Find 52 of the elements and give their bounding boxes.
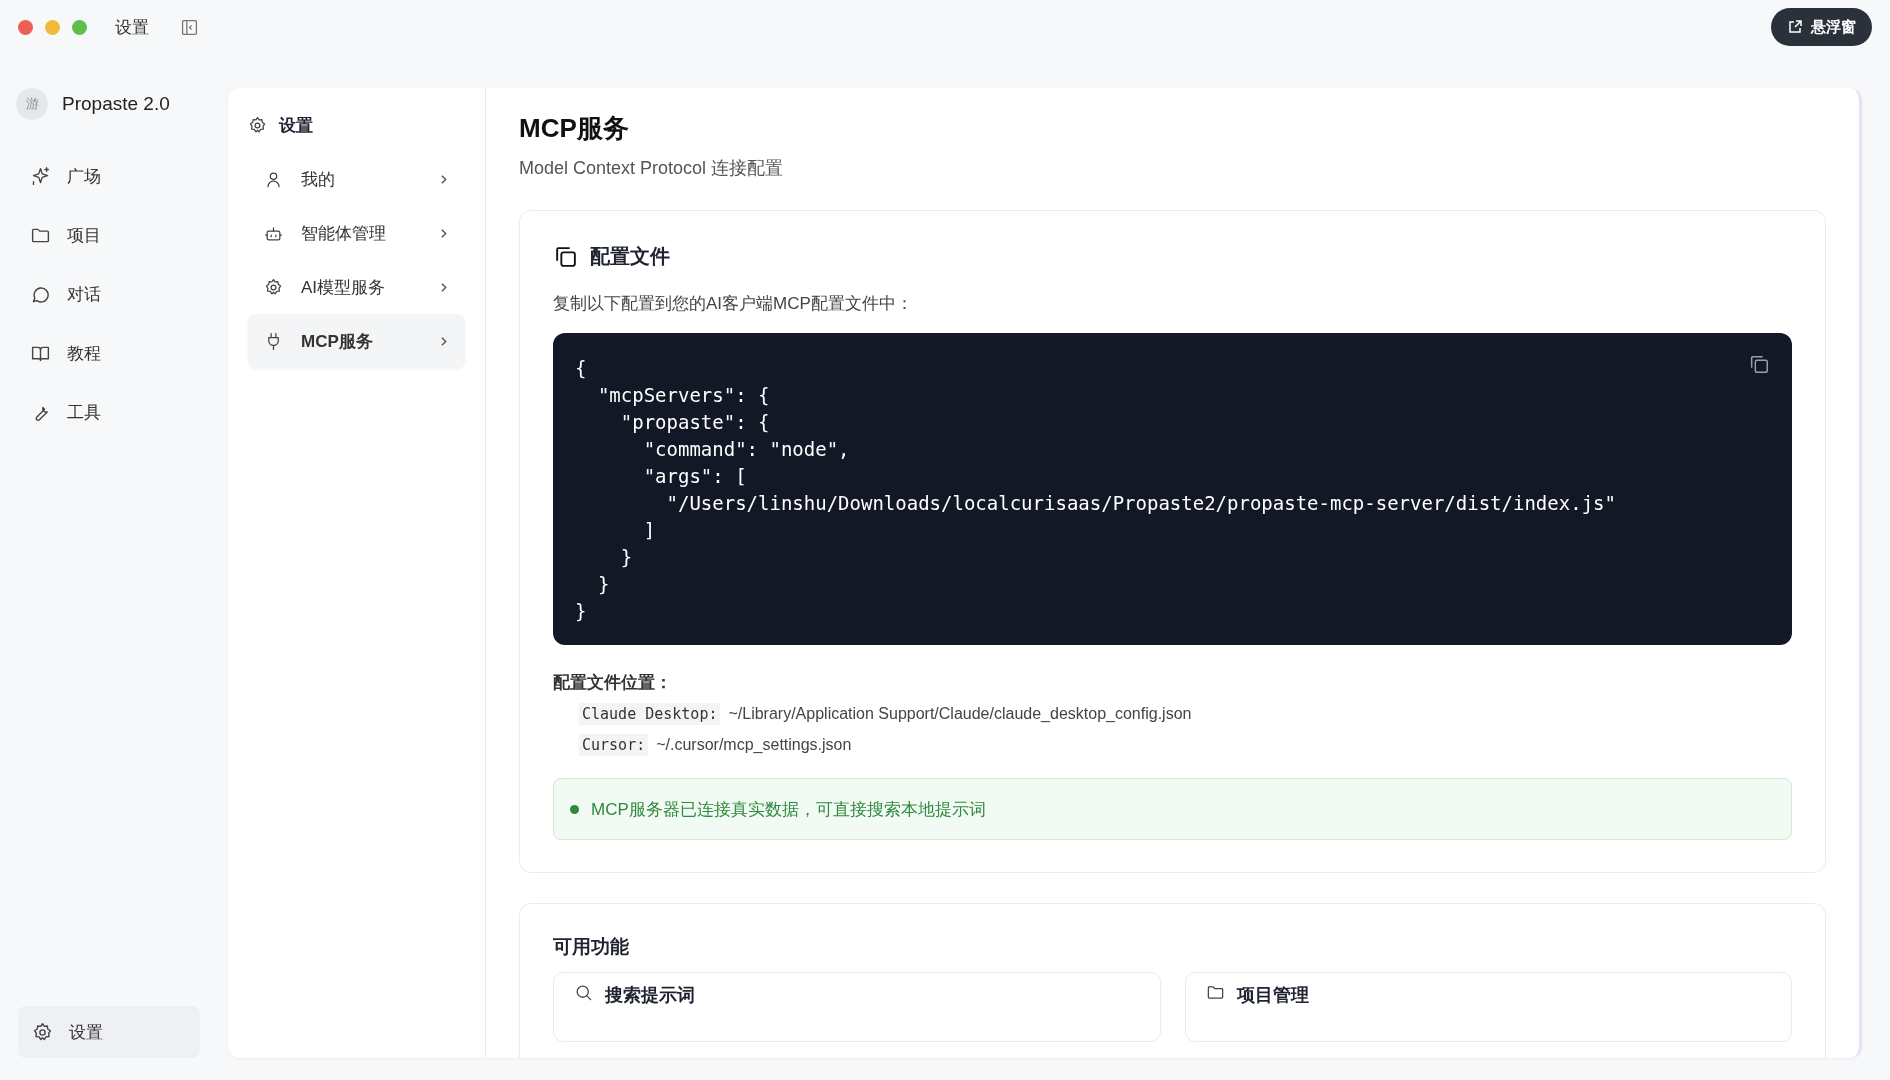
minimize-window-button[interactable]	[45, 19, 60, 35]
settings-icon	[248, 115, 267, 135]
sidebar-item[interactable]: 对话	[16, 272, 198, 316]
settings-heading: 设置	[279, 114, 313, 137]
window-title: 设置	[115, 16, 149, 39]
search-icon	[574, 983, 593, 1002]
code-line: "/Users/linshu/Downloads/localcurisaas/Propaste2/propaste-mcp-server/dist/index.js"	[665, 491, 1616, 516]
close-window-button[interactable]	[18, 19, 33, 35]
page-subtitle: Model Context Protocol 连接配置	[519, 157, 785, 180]
sidebar-item[interactable]: 工具	[16, 390, 198, 434]
code-line: }	[596, 572, 610, 597]
floating-window-button[interactable]: 悬浮窗	[1771, 8, 1872, 46]
folder-icon	[1205, 983, 1225, 1002]
app-name: Propaste 2.0	[62, 93, 170, 115]
locations-heading: 配置文件位置：	[553, 672, 673, 694]
config-path: ~/.cursor/mcp_settings.json	[656, 736, 852, 754]
code-line: "mcpServers": {	[596, 383, 770, 408]
settings-sidebar-item[interactable]: 设置	[18, 1006, 200, 1058]
code-line: }	[575, 599, 587, 624]
copy-button[interactable]	[1748, 353, 1770, 375]
code-line: "propaste": {	[619, 410, 770, 435]
settings-nav-item[interactable]: MCP服务	[248, 314, 465, 368]
settings-nav-item[interactable]: 智能体管理	[248, 206, 465, 260]
code-line: "args": [	[642, 464, 747, 489]
external-link-icon	[1787, 19, 1803, 35]
sidebar-item[interactable]: 广场	[16, 154, 198, 198]
client-name: Claude Desktop:	[579, 703, 721, 725]
description: 复制以下配置到您的AI客户端MCP配置文件中：	[553, 293, 914, 315]
status-text: MCP服务器已连接真实数据，可直接搜索本地提示词	[591, 798, 986, 821]
settings-nav-item[interactable]: 我的	[248, 152, 465, 206]
card-title: 可用功能	[553, 935, 630, 959]
code-line: }	[619, 545, 633, 570]
settings-icon	[264, 277, 283, 297]
copy-icon	[553, 244, 578, 269]
sidebar-toggle-icon[interactable]	[181, 18, 198, 36]
config-path: ~/Library/Application Support/Claude/claude_desktop_config.json	[728, 705, 1192, 723]
page-title: MCP服务	[519, 112, 630, 145]
code-line: ]	[642, 518, 656, 543]
settings-icon	[32, 1021, 53, 1043]
code-line: "command": "node",	[642, 437, 850, 462]
feature-title: 项目管理	[1236, 984, 1309, 1007]
avatar: 游	[16, 88, 48, 120]
sidebar-item[interactable]: 教程	[16, 331, 198, 375]
sidebar-item[interactable]: 项目	[16, 213, 198, 257]
status-dot	[570, 804, 579, 814]
client-name: Cursor:	[579, 734, 649, 756]
maximize-window-button[interactable]	[72, 19, 87, 35]
code-line: {	[575, 356, 587, 381]
settings-nav-item[interactable]: AI模型服务	[248, 260, 465, 314]
sparkle-icon	[30, 165, 51, 187]
feature-title: 搜索提示词	[605, 984, 695, 1007]
card-title: 配置文件	[590, 244, 670, 269]
